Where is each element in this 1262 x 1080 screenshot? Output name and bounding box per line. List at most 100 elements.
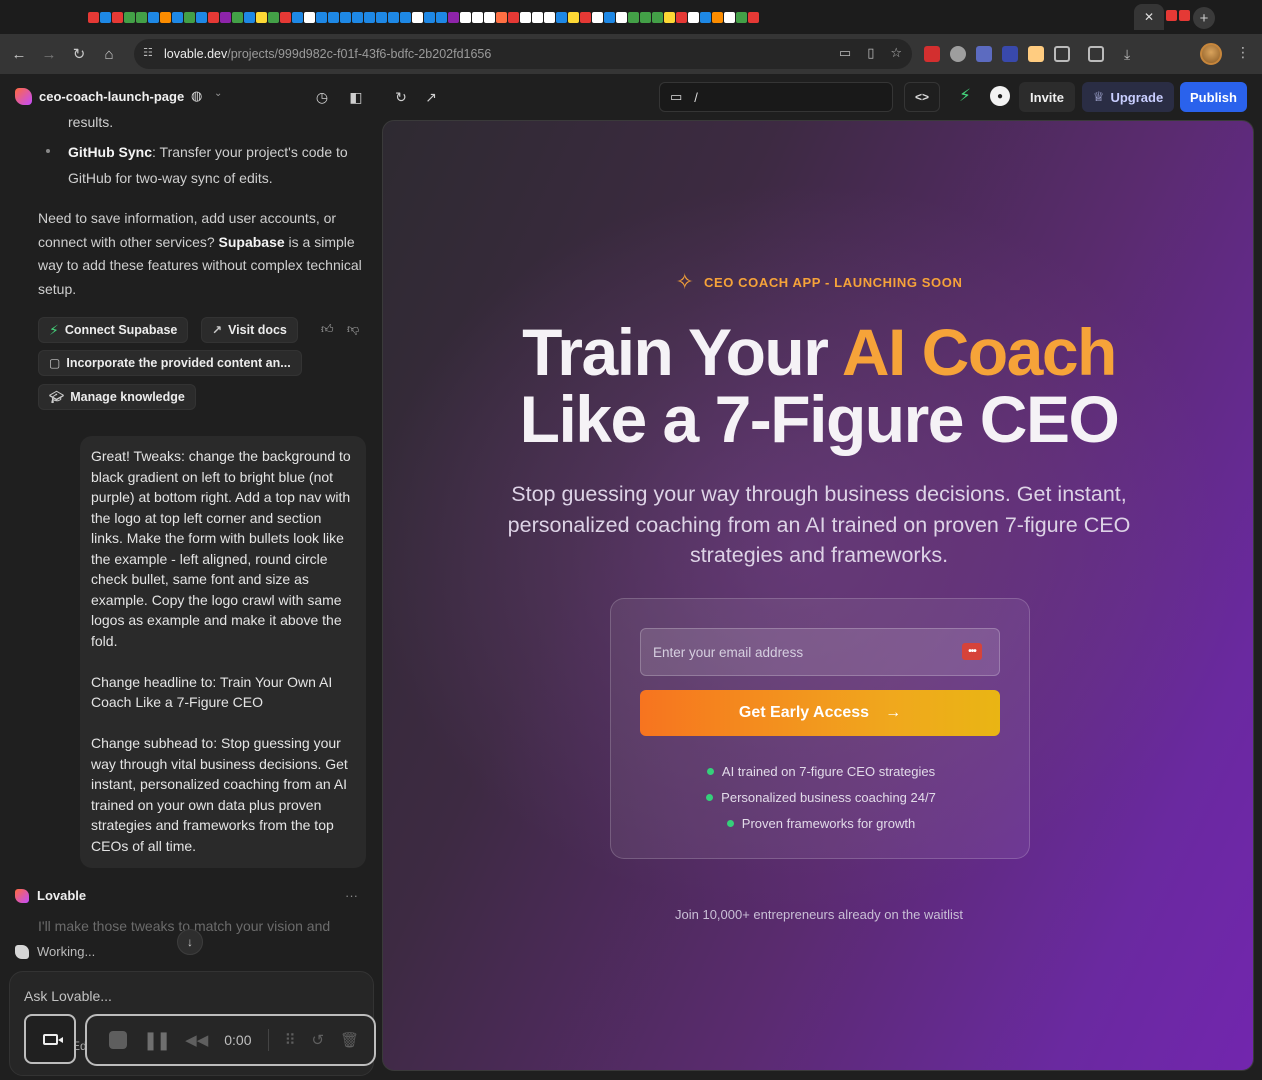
active-tab[interactable]: ✕: [1134, 4, 1164, 30]
pinned-tab-favicon-icon[interactable]: [556, 11, 567, 23]
camera-record-button[interactable]: [24, 1014, 76, 1064]
pinned-tab-favicon-icon[interactable]: [580, 11, 591, 23]
site-settings-icon[interactable]: ☷: [143, 46, 159, 62]
chevron-down-icon[interactable]: ⌄: [214, 88, 222, 99]
pinned-tab-favicon-icon[interactable]: [208, 11, 219, 23]
pinned-tab-favicon-icon[interactable]: [352, 11, 363, 23]
invite-button[interactable]: Invite: [1019, 82, 1075, 112]
pinned-tab-favicon-icon[interactable]: [412, 11, 423, 23]
reload-icon[interactable]: ↻: [64, 39, 94, 69]
pinned-tab-favicon-icon[interactable]: [544, 11, 555, 23]
stop-icon[interactable]: [109, 1031, 127, 1049]
pinned-tab-favicon-icon[interactable]: [460, 11, 471, 23]
camera-extension-icon[interactable]: [950, 46, 966, 62]
forward-arrow-icon[interactable]: →: [34, 39, 64, 69]
pinned-tab-favicon-icon[interactable]: [148, 11, 159, 23]
pinned-tab-favicons[interactable]: [88, 7, 759, 27]
device-icon[interactable]: ▭: [670, 89, 682, 105]
youtube-tab-icon[interactable]: [1179, 10, 1190, 21]
pinned-tab-favicon-icon[interactable]: [400, 11, 411, 23]
tab-favicon-icon[interactable]: [1166, 10, 1177, 21]
pinned-tab-favicon-icon[interactable]: [424, 11, 435, 23]
publish-button[interactable]: Publish: [1180, 82, 1247, 112]
pause-icon[interactable]: ❚❚: [143, 1030, 171, 1051]
pinned-tab-favicon-icon[interactable]: [676, 11, 687, 23]
pinned-tab-favicon-icon[interactable]: [748, 11, 759, 23]
pinned-tab-favicon-icon[interactable]: [604, 11, 615, 23]
pinned-tab-favicon-icon[interactable]: [496, 11, 507, 23]
extension-red-icon[interactable]: [924, 46, 940, 62]
back-arrow-icon[interactable]: ←: [4, 39, 34, 69]
sidebar-toggle-icon[interactable]: ◧: [346, 87, 366, 107]
more-options-icon[interactable]: ···: [345, 888, 358, 903]
pinned-tab-favicon-icon[interactable]: [736, 11, 747, 23]
pinned-tab-favicon-icon[interactable]: [136, 11, 147, 23]
pinned-tab-favicon-icon[interactable]: [268, 11, 279, 23]
pinned-tab-favicon-icon[interactable]: [688, 11, 699, 23]
pinned-tab-favicon-icon[interactable]: [724, 11, 735, 23]
pinned-tab-favicon-icon[interactable]: [388, 11, 399, 23]
puzzle-extensions-icon[interactable]: [1054, 46, 1070, 62]
password-manager-icon[interactable]: •••: [962, 643, 982, 660]
incorporate-content-button[interactable]: ▢ Incorporate the provided content an...: [38, 350, 302, 376]
extension-blue-icon[interactable]: [976, 46, 992, 62]
upgrade-button[interactable]: ♕ Upgrade: [1082, 82, 1174, 112]
pinned-tab-favicon-icon[interactable]: [532, 11, 543, 23]
pinned-tab-favicon-icon[interactable]: [172, 11, 183, 23]
github-icon[interactable]: ●: [990, 86, 1010, 106]
code-view-button[interactable]: <>: [904, 82, 940, 112]
tab-close-icon[interactable]: ✕: [1144, 10, 1154, 24]
pinned-tab-favicon-icon[interactable]: [508, 11, 519, 23]
new-tab-button[interactable]: +: [1193, 7, 1215, 29]
pinned-tab-favicon-icon[interactable]: [328, 11, 339, 23]
get-early-access-button[interactable]: Get Early Access →: [640, 690, 1000, 736]
globe-icon[interactable]: ◍: [191, 88, 202, 104]
pinned-tab-favicon-icon[interactable]: [112, 11, 123, 23]
manage-knowledge-button[interactable]: 🎓︎ Manage knowledge: [38, 384, 196, 410]
pinned-tab-favicon-icon[interactable]: [160, 11, 171, 23]
trash-icon[interactable]: 🗑︎: [340, 1031, 359, 1049]
pinned-tab-favicon-icon[interactable]: [232, 11, 243, 23]
pinned-tab-favicon-icon[interactable]: [568, 11, 579, 23]
drag-handle-icon[interactable]: ⠿: [285, 1031, 296, 1049]
lovable-logo-icon[interactable]: [15, 88, 32, 105]
thumbs-up-icon[interactable]: 👍︎: [321, 322, 334, 337]
pinned-tab-favicon-icon[interactable]: [628, 11, 639, 23]
composer-placeholder[interactable]: Ask Lovable...: [24, 988, 112, 1004]
email-input[interactable]: [640, 628, 1000, 676]
browser-menu-icon[interactable]: ⋮: [1236, 44, 1250, 61]
rewind-icon[interactable]: ◀◀: [185, 1031, 208, 1049]
download-icon[interactable]: ⤓: [1124, 46, 1140, 62]
page-icon[interactable]: ▯: [867, 45, 874, 61]
pinned-tab-favicon-icon[interactable]: [376, 11, 387, 23]
connect-supabase-button[interactable]: ⚡ Connect Supabase: [38, 317, 189, 343]
pinned-tab-favicon-icon[interactable]: [196, 11, 207, 23]
pinned-tab-favicon-icon[interactable]: [448, 11, 459, 23]
pinned-tab-favicon-icon[interactable]: [484, 11, 495, 23]
pinned-tab-favicon-icon[interactable]: [340, 11, 351, 23]
pinned-tab-favicon-icon[interactable]: [664, 11, 675, 23]
extension-orange-icon[interactable]: [1028, 46, 1044, 62]
pinned-tab-favicon-icon[interactable]: [184, 11, 195, 23]
pinned-tab-favicon-icon[interactable]: [700, 11, 711, 23]
pinned-tab-favicon-icon[interactable]: [304, 11, 315, 23]
tab-search-icon[interactable]: [1088, 46, 1104, 62]
chat-composer[interactable]: Ask Lovable... Ed ❚❚ ◀◀ 0:00 ⠿ ↺ 🗑︎: [9, 971, 376, 1076]
pinned-tab-favicon-icon[interactable]: [520, 11, 531, 23]
preview-route-input[interactable]: ▭ /: [659, 82, 893, 112]
pinned-tab-favicon-icon[interactable]: [280, 11, 291, 23]
history-icon[interactable]: ◷: [312, 87, 332, 107]
supabase-bolt-icon[interactable]: ⚡: [959, 86, 971, 106]
visit-docs-button[interactable]: ↗ Visit docs: [201, 317, 298, 343]
pinned-tab-favicon-icon[interactable]: [100, 11, 111, 23]
pinned-tab-favicon-icon[interactable]: [640, 11, 651, 23]
pinned-tab-favicon-icon[interactable]: [292, 11, 303, 23]
pinned-tab-favicon-icon[interactable]: [88, 11, 99, 23]
pinned-tab-favicon-icon[interactable]: [616, 11, 627, 23]
thumbs-down-icon[interactable]: 👎︎: [347, 322, 359, 337]
pinned-tab-favicon-icon[interactable]: [364, 11, 375, 23]
pinned-tab-favicon-icon[interactable]: [652, 11, 663, 23]
home-icon[interactable]: ⌂: [94, 39, 124, 69]
address-bar[interactable]: ☷ lovable.dev/projects/999d982c-f01f-43f…: [134, 39, 912, 69]
cast-icon[interactable]: ▭: [839, 45, 851, 61]
